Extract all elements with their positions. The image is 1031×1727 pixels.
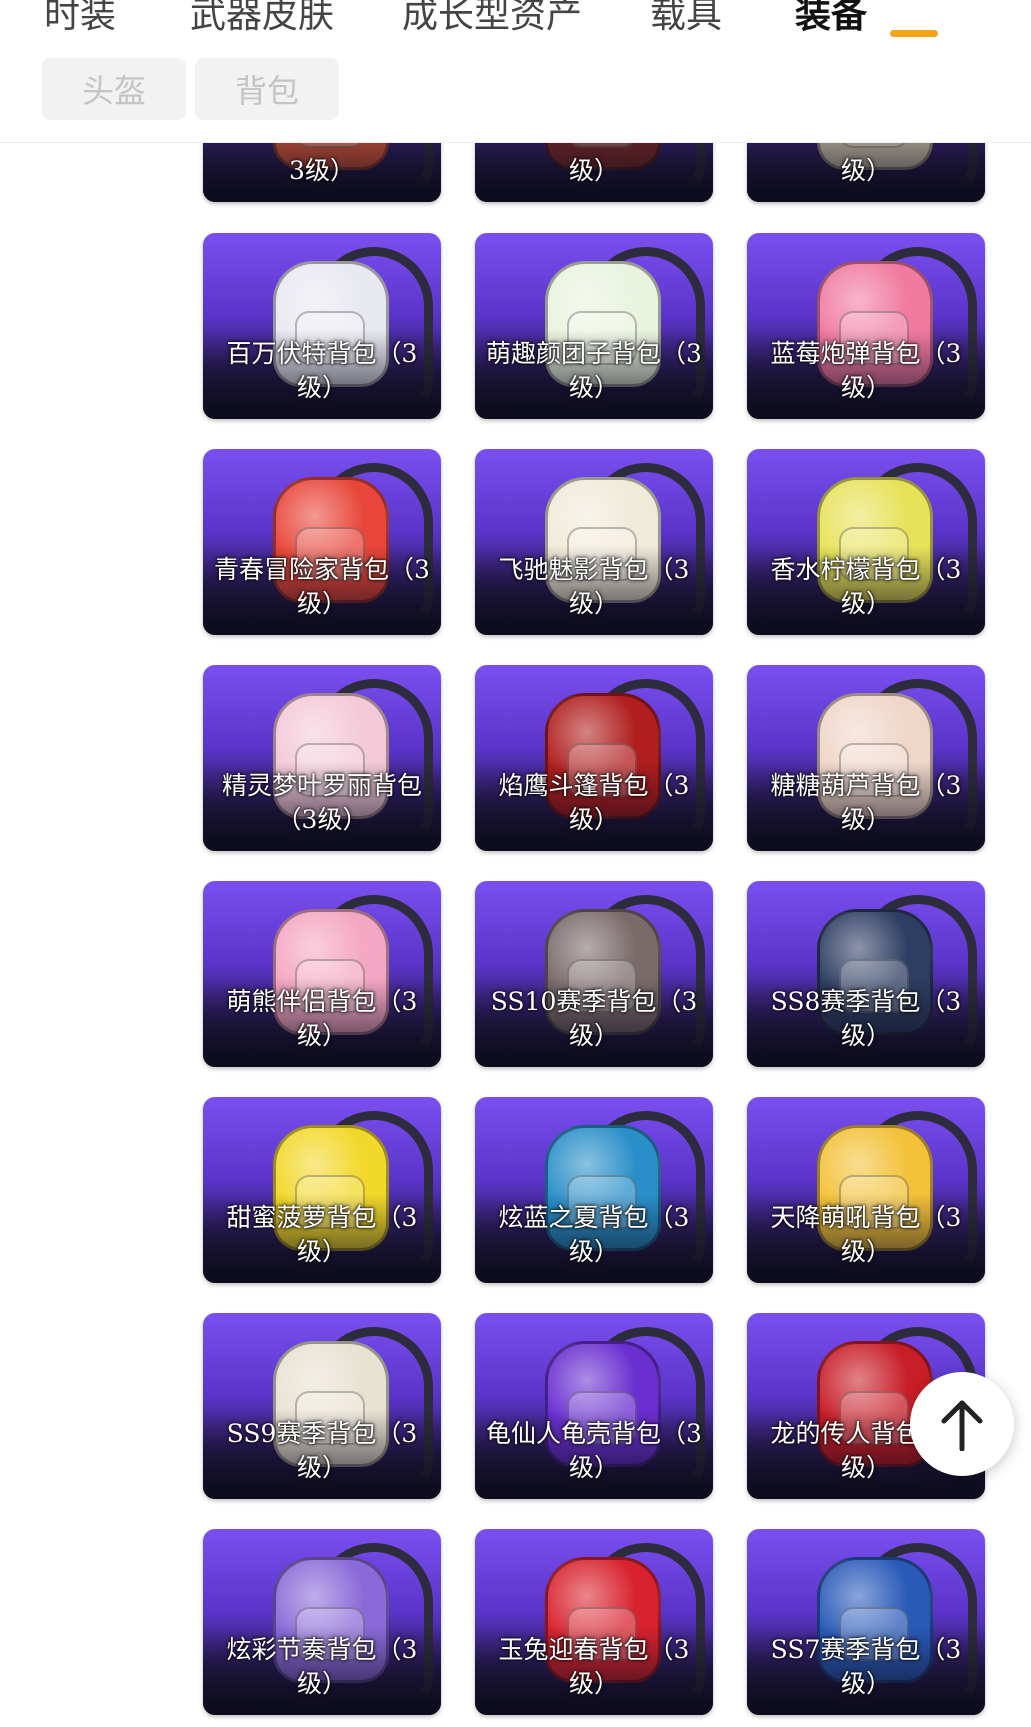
- item-grid: 3级） 级） 级） 百万伏特背包（3级） 萌趣颜团子背包（3级） 蓝莓炮弹背包（3级） 青春…: [0, 0, 1031, 1727]
- backpack-name: 飞驰魅影背包（3级）: [498, 555, 690, 618]
- backpack-card[interactable]: 龟仙人龟壳背包（3级）: [475, 1313, 713, 1499]
- backpack-card[interactable]: 焰鹰斗篷背包（3级）: [475, 665, 713, 851]
- backpack-card[interactable]: 炫彩节奏背包（3级）: [203, 1529, 441, 1715]
- backpack-card[interactable]: 玉兔迎春背包（3级）: [475, 1529, 713, 1715]
- tab-equipment[interactable]: 装备: [795, 0, 867, 38]
- backpack-name: 级）: [568, 156, 619, 185]
- backpack-card[interactable]: 天降萌吼背包（3级）: [747, 1097, 985, 1283]
- backpack-name: SS7赛季背包（3级）: [770, 1635, 962, 1698]
- backpack-name: 香水柠檬背包（3级）: [770, 555, 962, 618]
- backpack-card[interactable]: 精灵梦叶罗丽背包（3级）: [203, 665, 441, 851]
- scroll-to-top-button[interactable]: [910, 1372, 1014, 1476]
- top-navigation: 时装 武器皮肤 成长型资产 载具 装备 头盔 背包: [0, 0, 1031, 143]
- arrow-up-icon: [941, 1400, 983, 1451]
- backpack-name: 萌趣颜团子背包（3级）: [486, 339, 702, 402]
- backpack-name: SS9赛季背包（3级）: [226, 1419, 418, 1482]
- subtab-backpack[interactable]: 背包: [195, 58, 339, 120]
- backpack-name: 炫彩节奏背包（3级）: [226, 1635, 418, 1698]
- backpack-card[interactable]: 甜蜜菠萝背包（3级）: [203, 1097, 441, 1283]
- tab-vehicles[interactable]: 载具: [650, 0, 722, 38]
- backpack-card[interactable]: 青春冒险家背包（3级）: [203, 449, 441, 635]
- active-tab-indicator: [890, 30, 938, 37]
- backpack-name: 萌熊伴侣背包（3级）: [226, 987, 418, 1050]
- backpack-card[interactable]: 飞驰魅影背包（3级）: [475, 449, 713, 635]
- backpack-name: 3级）: [289, 156, 355, 185]
- backpack-name: 炫蓝之夏背包（3级）: [498, 1203, 690, 1266]
- backpack-card[interactable]: 蓝莓炮弹背包（3级）: [747, 233, 985, 419]
- backpack-name: 天降萌吼背包（3级）: [770, 1203, 962, 1266]
- backpack-name: SS8赛季背包（3级）: [770, 987, 962, 1050]
- backpack-card[interactable]: SS9赛季背包（3级）: [203, 1313, 441, 1499]
- tab-weapon-skins[interactable]: 武器皮肤: [190, 0, 334, 38]
- backpack-name: 甜蜜菠萝背包（3级）: [226, 1203, 418, 1266]
- backpack-card[interactable]: 萌趣颜团子背包（3级）: [475, 233, 713, 419]
- backpack-name: 精灵梦叶罗丽背包（3级）: [221, 771, 422, 834]
- backpack-name: 龟仙人龟壳背包（3级）: [486, 1419, 702, 1482]
- tab-growth-assets[interactable]: 成长型资产: [402, 0, 582, 38]
- subtab-helmet[interactable]: 头盔: [42, 58, 186, 120]
- backpack-name: 级）: [840, 156, 891, 185]
- backpack-card[interactable]: 百万伏特背包（3级）: [203, 233, 441, 419]
- backpack-name: SS10赛季背包（3级）: [490, 987, 698, 1050]
- backpack-card[interactable]: 香水柠檬背包（3级）: [747, 449, 985, 635]
- backpack-name: 百万伏特背包（3级）: [226, 339, 418, 402]
- backpack-card[interactable]: SS8赛季背包（3级）: [747, 881, 985, 1067]
- tab-fashion[interactable]: 时装: [44, 0, 116, 38]
- backpack-card[interactable]: SS7赛季背包（3级）: [747, 1529, 985, 1715]
- backpack-card[interactable]: 糖糖葫芦背包（3级）: [747, 665, 985, 851]
- backpack-card[interactable]: 萌熊伴侣背包（3级）: [203, 881, 441, 1067]
- backpack-name: 蓝莓炮弹背包（3级）: [770, 339, 962, 402]
- backpack-card[interactable]: SS10赛季背包（3级）: [475, 881, 713, 1067]
- backpack-name: 青春冒险家背包（3级）: [214, 555, 430, 618]
- backpack-name: 玉兔迎春背包（3级）: [498, 1635, 690, 1698]
- backpack-name: 糖糖葫芦背包（3级）: [770, 771, 962, 834]
- category-tabs: 时装 武器皮肤 成长型资产 载具 装备: [0, 0, 1031, 40]
- backpack-card[interactable]: 炫蓝之夏背包（3级）: [475, 1097, 713, 1283]
- backpack-name: 焰鹰斗篷背包（3级）: [498, 771, 690, 834]
